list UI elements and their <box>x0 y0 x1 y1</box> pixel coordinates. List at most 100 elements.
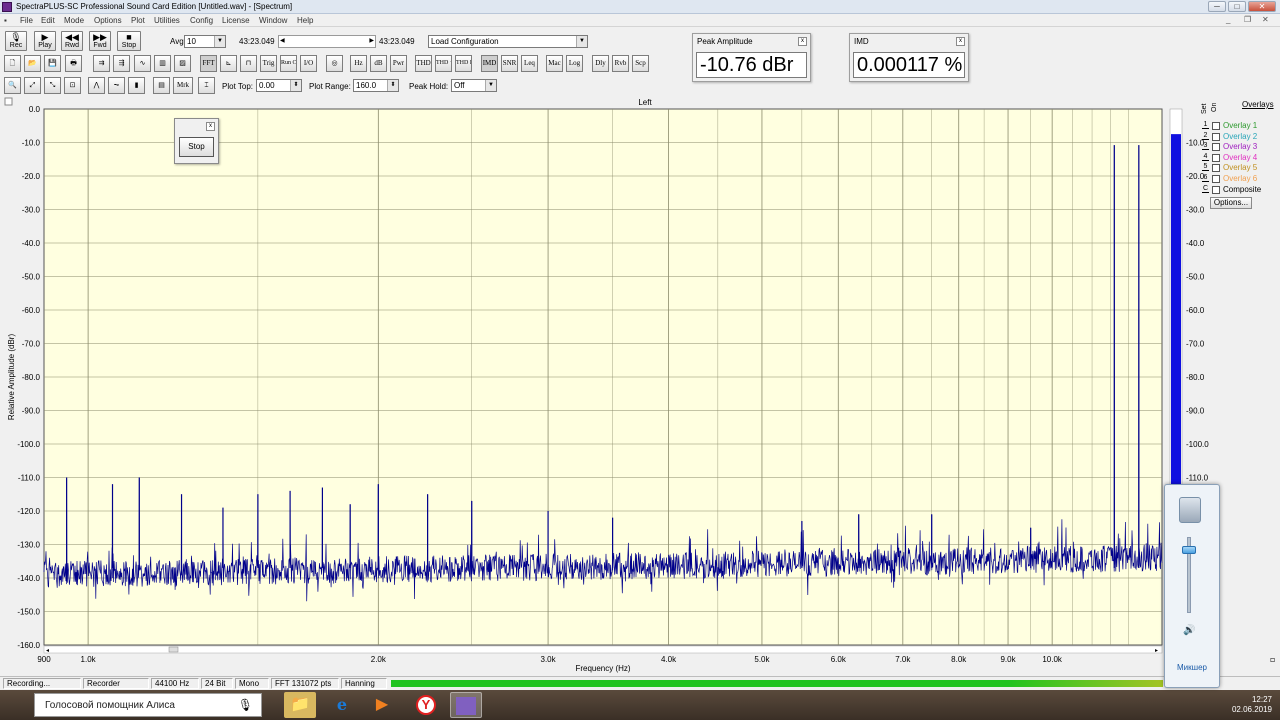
thd-button[interactable]: THD <box>415 55 432 72</box>
overlay-set-C[interactable]: C <box>1202 185 1209 193</box>
overlay-options-button[interactable]: Options... <box>1210 197 1252 209</box>
speaker-icon[interactable]: 🔊 <box>1183 625 1195 636</box>
minimize-button[interactable]: ─ <box>1208 1 1226 12</box>
mdi-minimize-icon[interactable]: _ <box>1226 15 1230 24</box>
cursor-button[interactable]: ⊾ <box>220 55 237 72</box>
mdi-close-icon[interactable]: ✕ <box>1262 15 1269 24</box>
scp-button[interactable]: Scp <box>632 55 649 72</box>
menu-license[interactable]: License <box>222 16 250 25</box>
menu-help[interactable]: Help <box>297 16 313 25</box>
hz-button[interactable]: Hz <box>350 55 367 72</box>
internet-explorer-icon[interactable]: e <box>326 692 358 718</box>
mixer-link[interactable]: Микшер <box>1165 663 1219 672</box>
speaker-device-icon[interactable] <box>1179 497 1201 523</box>
overlay-set-1[interactable]: 1 <box>1202 121 1209 129</box>
overlay-checkbox-5[interactable] <box>1212 164 1220 173</box>
peak-amplitude-window[interactable]: Peak Amplitude x -10.76 dBr <box>692 33 811 82</box>
overlay-checkbox-C[interactable] <box>1212 185 1220 194</box>
media-player-icon[interactable]: ▶ <box>366 692 398 718</box>
yandex-browser-icon[interactable]: Y <box>410 692 442 718</box>
avg-select[interactable]: 10 ▼ <box>184 35 226 48</box>
mode-button-2[interactable]: ⇶ <box>113 55 130 72</box>
menu-plot[interactable]: Plot <box>131 16 145 25</box>
table-icon[interactable]: ▤ <box>153 77 170 94</box>
imd-button[interactable]: IMD <box>481 55 498 72</box>
overlay-checkbox-1[interactable] <box>1212 122 1220 130</box>
maximize-button[interactable]: □ <box>1228 1 1246 12</box>
3d-surface-button[interactable]: ▨ <box>174 55 191 72</box>
volume-slider-thumb[interactable] <box>1182 545 1196 554</box>
menu-mode[interactable]: Mode <box>64 16 84 25</box>
mac-button[interactable]: Mac <box>546 55 563 72</box>
thd-n-button[interactable]: THD +N <box>435 55 452 72</box>
mode-button-1[interactable]: ⇉ <box>93 55 110 72</box>
print-button[interactable]: 🖶 <box>65 55 82 72</box>
configuration-select[interactable]: Load Configuration ▼ <box>428 35 588 48</box>
spinner-icon[interactable]: ⬍ <box>387 80 398 91</box>
overlay-checkbox-6[interactable] <box>1212 175 1220 183</box>
cursor-tool-icon[interactable]: ⌶ <box>198 77 215 94</box>
rewind-button[interactable]: ◀◀ Rwd <box>61 31 83 51</box>
zoom-out-button[interactable]: ⤡ <box>44 77 61 94</box>
overlay-checkbox-3[interactable] <box>1212 143 1220 152</box>
open-folder-button[interactable]: 📂 <box>24 55 41 72</box>
io-button[interactable]: I/O <box>300 55 317 72</box>
fast-forward-button[interactable]: ▶▶ Fwd <box>89 31 111 51</box>
overlay-set-4[interactable]: 4 <box>1202 153 1209 161</box>
menu-options[interactable]: Options <box>94 16 122 25</box>
system-clock[interactable]: 12:27 02.06.2019 <box>1232 695 1272 715</box>
start-button[interactable] <box>0 690 32 720</box>
thd-freq-button[interactable]: THD Freq <box>455 55 472 72</box>
zoom-reset-button[interactable]: ⊡ <box>64 77 81 94</box>
position-scrollbar[interactable]: ◀ ▶ <box>278 35 376 48</box>
zoom-2x-button[interactable]: ⤢ <box>24 77 41 94</box>
menu-edit[interactable]: Edit <box>41 16 55 25</box>
db-button[interactable]: dB <box>370 55 387 72</box>
dly-button[interactable]: Dly <box>592 55 609 72</box>
plot-range-input[interactable]: 160.0 ⬍ <box>353 79 399 92</box>
scroll-right-icon[interactable]: ▶ <box>369 37 374 44</box>
bars-icon[interactable]: ▮ <box>128 77 145 94</box>
overlay-set-5[interactable]: 5 <box>1202 163 1209 172</box>
spinner-icon[interactable]: ⬍ <box>290 80 301 91</box>
trig-button[interactable]: Trig <box>260 55 277 72</box>
close-icon[interactable]: x <box>798 37 807 46</box>
menu-window[interactable]: Window <box>259 16 287 25</box>
mdi-restore-icon[interactable]: ❐ <box>1244 15 1251 24</box>
overlay-set-6[interactable]: 6 <box>1202 174 1209 182</box>
plot-top-input[interactable]: 0.00 ⬍ <box>256 79 302 92</box>
pwr-button[interactable]: Pwr <box>390 55 407 72</box>
scroll-left-icon[interactable]: ◀ <box>280 37 285 44</box>
fft-button[interactable]: FFT <box>200 55 217 72</box>
spectrogram-button[interactable]: ▥ <box>154 55 171 72</box>
rvb-button[interactable]: Rvb <box>612 55 629 72</box>
save-button[interactable]: 💾 <box>44 55 61 72</box>
close-icon[interactable]: x <box>206 122 215 131</box>
spectrum-chart[interactable]: Left 0.0 -10.0 -20.0 -30.0 -40.0 -50.0 -60.0 -70… <box>2 96 1278 676</box>
stop-window-button[interactable]: Stop <box>179 137 214 157</box>
alice-voice-assistant[interactable]: Голосовой помощник Алиса 🎙 <box>34 693 262 717</box>
peak-hold-select[interactable]: Off ▼ <box>451 79 497 92</box>
file-explorer-icon[interactable]: 📁 <box>284 692 316 718</box>
close-icon[interactable]: x <box>956 37 965 46</box>
gen-button[interactable]: ⊓ <box>240 55 257 72</box>
close-button[interactable]: ✕ <box>1248 1 1276 12</box>
zoom-icon[interactable]: 🔍 <box>4 77 21 94</box>
log-button[interactable]: Log <box>566 55 583 72</box>
waveform-icon[interactable]: ⏦ <box>108 77 125 94</box>
new-file-button[interactable]: 🗋 <box>4 55 21 72</box>
overlay-set-2[interactable]: 2 <box>1202 132 1209 140</box>
spectraplus-taskbar-icon[interactable] <box>450 692 482 718</box>
peak-icon[interactable]: ⋀ <box>88 77 105 94</box>
menu-utilities[interactable]: Utilities <box>154 16 180 25</box>
generator-button[interactable]: ◎ <box>326 55 343 72</box>
run-ctrl-button[interactable]: Run Ctrl <box>280 55 297 72</box>
rec-button[interactable]: 🎙 Rec <box>5 31 27 51</box>
microphone-icon[interactable]: 🎙 <box>238 698 253 712</box>
overlay-checkbox-4[interactable] <box>1212 153 1220 162</box>
leq-button[interactable]: Leq <box>521 55 538 72</box>
stop-button[interactable]: ■ Stop <box>117 31 141 51</box>
snr-button[interactable]: SNR <box>501 55 518 72</box>
time-series-button[interactable]: ∿ <box>134 55 151 72</box>
menu-file[interactable]: File <box>20 16 33 25</box>
